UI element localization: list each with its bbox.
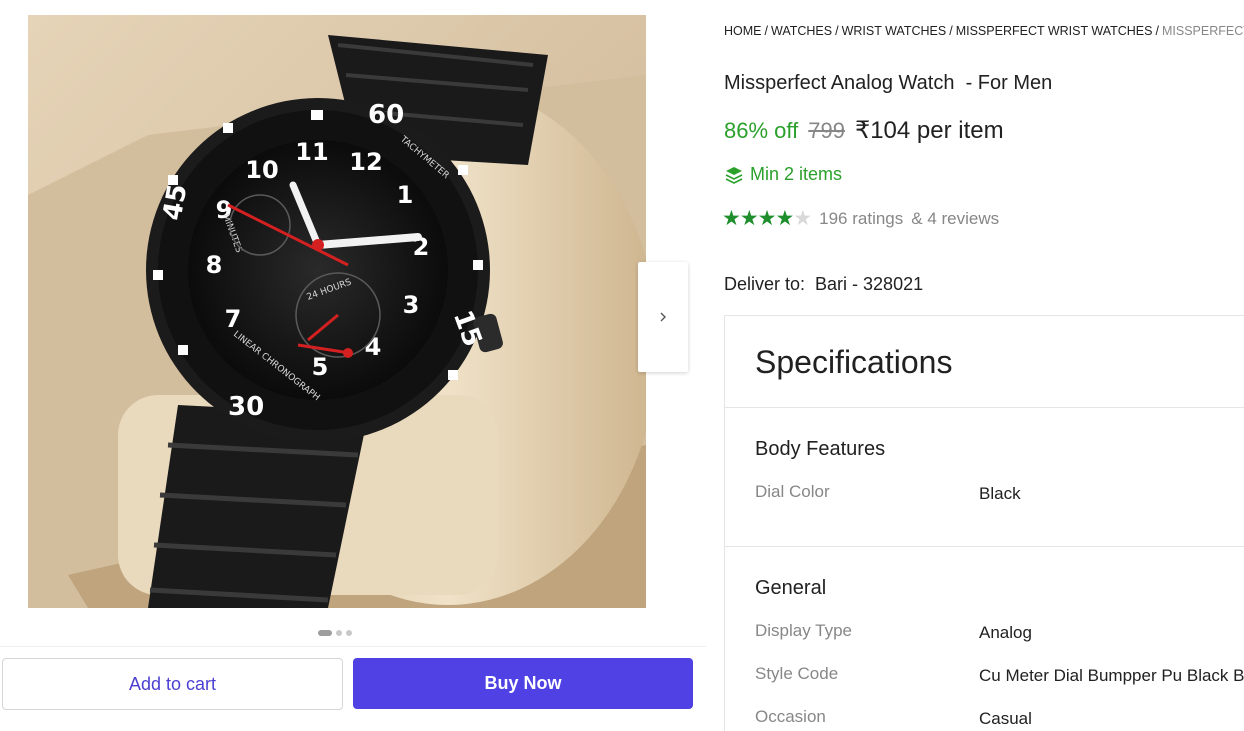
product-title: Missperfect Analog Watch - For Men bbox=[724, 72, 1053, 94]
star-empty-icon: ★ bbox=[793, 207, 812, 230]
star-rating: ★ ★ ★ ★ ★ bbox=[722, 206, 812, 231]
specifications-heading: Specifications bbox=[755, 344, 953, 380]
spec-value: Cu Meter Dial Bumpper Pu Black B bbox=[979, 666, 1244, 685]
svg-text:8: 8 bbox=[206, 251, 223, 279]
carousel-dot[interactable] bbox=[318, 630, 332, 636]
svg-text:7: 7 bbox=[225, 305, 242, 333]
breadcrumb: HOME / WATCHES / WRIST WATCHES / MISSPERFECT W… bbox=[724, 24, 1244, 38]
min-items-label: Min 2 items bbox=[750, 164, 843, 184]
svg-text:12: 12 bbox=[349, 148, 382, 176]
specifications-panel: Specifications Body Features Dial Color … bbox=[724, 315, 1244, 731]
breadcrumb-separator: / bbox=[835, 24, 839, 38]
price-row: 86% off 799 ₹104 per item bbox=[724, 116, 1004, 145]
min-items-badge: Min 2 items bbox=[724, 164, 842, 185]
breadcrumb-home[interactable]: HOME bbox=[724, 24, 762, 38]
breadcrumb-brand-watches[interactable]: MISSPERFECT WRIST WATCHES bbox=[956, 24, 1153, 38]
selling-price: ₹104 per item bbox=[854, 117, 1004, 144]
action-bar: Add to cart Buy Now bbox=[0, 646, 706, 718]
deliver-label: Deliver to: bbox=[724, 274, 806, 294]
carousel-next-button[interactable] bbox=[638, 262, 688, 372]
divider bbox=[725, 407, 1244, 408]
breadcrumb-separator: / bbox=[949, 24, 953, 38]
svg-text:5: 5 bbox=[312, 353, 329, 381]
buy-now-button[interactable]: Buy Now bbox=[353, 658, 693, 709]
layers-icon bbox=[725, 166, 743, 184]
product-image[interactable]: 60 15 30 45 12 1 2 3 4 5 7 8 9 10 11 TAC… bbox=[28, 15, 646, 608]
svg-text:11: 11 bbox=[295, 138, 328, 166]
add-to-cart-button[interactable]: Add to cart bbox=[2, 658, 343, 710]
breadcrumb-separator: / bbox=[764, 24, 768, 38]
reviews-count: & 4 reviews bbox=[911, 208, 1000, 228]
star-filled-icon: ★ bbox=[775, 207, 794, 230]
svg-text:3: 3 bbox=[403, 291, 420, 319]
rating-row[interactable]: ★ ★ ★ ★ ★ 196 ratings & 4 reviews bbox=[722, 206, 999, 231]
spec-value: Black bbox=[979, 484, 1021, 503]
spec-value: Casual bbox=[979, 709, 1032, 728]
star-filled-icon: ★ bbox=[722, 207, 741, 230]
delivery-location[interactable]: Deliver to: Bari - 328021 bbox=[724, 274, 923, 295]
ratings-count: 196 ratings bbox=[819, 208, 904, 228]
carousel-dot[interactable] bbox=[336, 630, 342, 636]
section-title-body-features: Body Features bbox=[755, 438, 886, 460]
svg-text:45: 45 bbox=[158, 182, 194, 223]
svg-text:60: 60 bbox=[368, 100, 404, 130]
star-filled-icon: ★ bbox=[757, 207, 777, 230]
original-price: 799 bbox=[808, 118, 845, 143]
watch-photo: 60 15 30 45 12 1 2 3 4 5 7 8 9 10 11 TAC… bbox=[28, 15, 646, 608]
spec-key: Style Code bbox=[755, 664, 839, 683]
chevron-right-icon bbox=[660, 312, 666, 322]
section-title-general: General bbox=[755, 577, 827, 599]
deliver-pincode: Bari - 328021 bbox=[815, 274, 924, 294]
spec-value: Analog bbox=[979, 623, 1032, 642]
star-filled-icon: ★ bbox=[739, 207, 759, 230]
svg-text:30: 30 bbox=[228, 392, 264, 422]
spec-key: Display Type bbox=[755, 621, 853, 640]
svg-text:1: 1 bbox=[397, 181, 414, 209]
spec-key: Dial Color bbox=[755, 482, 830, 501]
carousel-dots bbox=[318, 630, 352, 636]
carousel-dot[interactable] bbox=[346, 630, 352, 636]
divider bbox=[725, 546, 1244, 547]
breadcrumb-watches[interactable]: WATCHES bbox=[771, 24, 832, 38]
discount-label: 86% off bbox=[724, 118, 799, 143]
svg-text:10: 10 bbox=[245, 156, 278, 184]
spec-key: Occasion bbox=[755, 707, 826, 726]
breadcrumb-current: MISSPERFECT bbox=[1161, 24, 1244, 38]
breadcrumb-wrist-watches[interactable]: WRIST WATCHES bbox=[842, 24, 947, 38]
breadcrumb-separator: / bbox=[1155, 24, 1159, 38]
